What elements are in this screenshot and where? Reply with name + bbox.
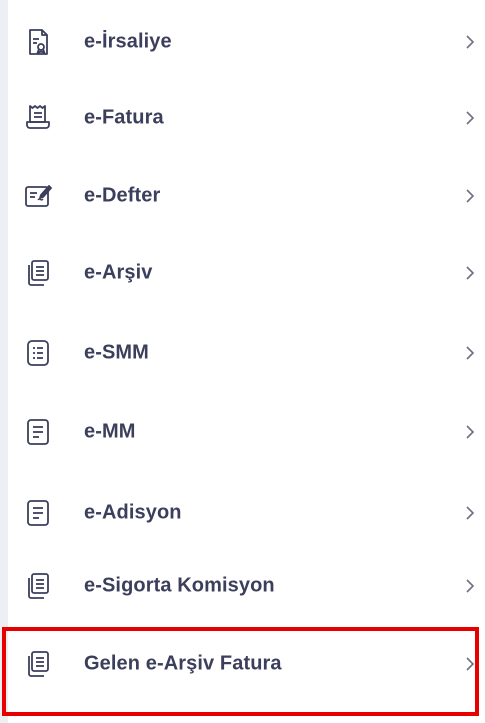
menu-item-e-irsaliye[interactable]: e-İrsaliye — [8, 13, 485, 71]
menu-item-label: e-Adisyon — [84, 501, 182, 524]
insurance-documents-icon — [23, 571, 53, 601]
sidebar-menu: e-İrsaliye e-Fatura e-Defter e-Arşiv e-S… — [8, 0, 485, 723]
chevron-right-icon — [463, 33, 477, 51]
menu-item-e-adisyon[interactable]: e-Adisyon — [8, 484, 485, 542]
menu-item-label: e-Defter — [84, 184, 161, 207]
menu-item-gelen-e-arsiv-fatura[interactable]: Gelen e-Arşiv Fatura — [8, 635, 485, 693]
archive-documents-icon — [23, 258, 53, 288]
adisyon-document-icon — [23, 498, 53, 528]
ledger-sign-icon — [23, 181, 53, 211]
chevron-right-icon — [463, 423, 477, 441]
menu-item-e-fatura[interactable]: e-Fatura — [8, 89, 485, 147]
mm-document-icon — [23, 417, 53, 447]
menu-item-e-defter[interactable]: e-Defter — [8, 167, 485, 225]
chevron-right-icon — [463, 264, 477, 282]
menu-item-label: e-Arşiv — [84, 261, 153, 284]
menu-item-label: e-İrsaliye — [84, 30, 172, 53]
menu-item-label: Gelen e-Arşiv Fatura — [84, 652, 282, 675]
incoming-archive-documents-icon — [23, 649, 53, 679]
waybill-document-icon — [23, 27, 53, 57]
menu-item-label: e-Fatura — [84, 106, 164, 129]
menu-item-e-arsiv[interactable]: e-Arşiv — [8, 244, 485, 302]
menu-item-label: e-MM — [84, 420, 136, 443]
smm-list-document-icon — [23, 338, 53, 368]
menu-item-e-smm[interactable]: e-SMM — [8, 324, 485, 382]
chevron-right-icon — [463, 504, 477, 522]
menu-item-e-sigorta-komisyon[interactable]: e-Sigorta Komisyon — [8, 557, 485, 615]
menu-item-label: e-Sigorta Komisyon — [84, 574, 275, 597]
sidebar-left-edge — [0, 0, 8, 723]
chevron-right-icon — [463, 655, 477, 673]
invoice-receipt-icon — [23, 103, 53, 133]
chevron-right-icon — [463, 109, 477, 127]
chevron-right-icon — [463, 577, 477, 595]
menu-item-label: e-SMM — [84, 341, 149, 364]
menu-item-e-mm[interactable]: e-MM — [8, 403, 485, 461]
chevron-right-icon — [463, 187, 477, 205]
chevron-right-icon — [463, 344, 477, 362]
